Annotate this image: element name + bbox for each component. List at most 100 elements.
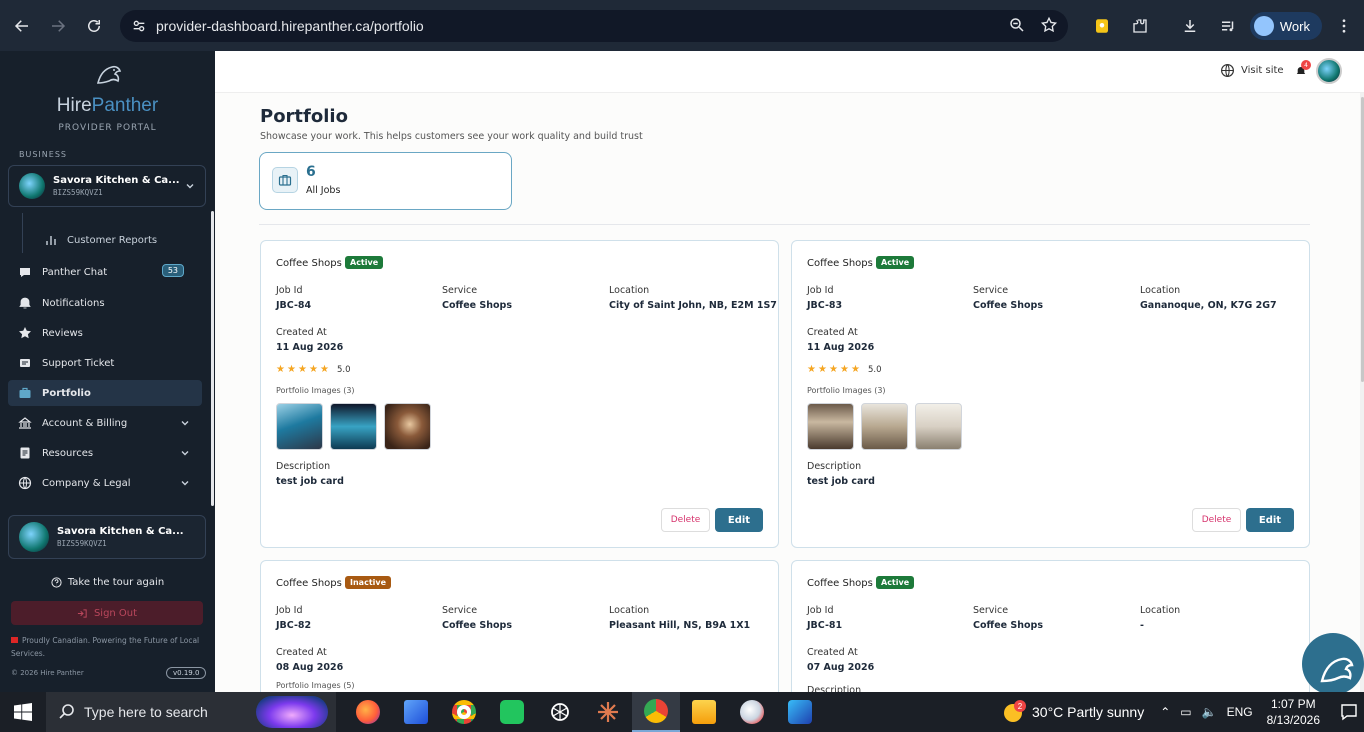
media-control-icon[interactable] (1212, 10, 1244, 42)
sidebar-item-resources[interactable]: Resources (8, 440, 202, 466)
site-settings-icon[interactable] (130, 17, 148, 35)
star-icon: ★ (807, 364, 816, 375)
portfolio-image[interactable] (384, 403, 431, 450)
description-value: test job card (276, 476, 344, 487)
taskbar-whatsapp[interactable] (488, 692, 536, 732)
canada-flag-icon (11, 637, 18, 643)
volume-icon[interactable]: 🔈 (1202, 705, 1217, 719)
taskbar-photos[interactable] (776, 692, 824, 732)
sidebar-item-label: Portfolio (42, 387, 91, 399)
user-avatar[interactable] (1316, 58, 1342, 84)
created-at-label: Created At (276, 647, 327, 658)
bookmark-star-icon[interactable] (1040, 16, 1058, 34)
action-center-button[interactable] (1334, 692, 1364, 732)
portfolio-image[interactable] (861, 403, 908, 450)
sidebar-item-account-billing[interactable]: Account & Billing (8, 410, 202, 436)
weather-widget[interactable]: 2 30°C Partly sunny (1002, 700, 1144, 724)
sidebar-item-panther-chat[interactable]: Panther Chat 53 (8, 259, 202, 285)
sidebar-item-company-legal[interactable]: Company & Legal (8, 470, 202, 496)
back-button[interactable] (8, 12, 36, 40)
profile-button[interactable]: Work (1249, 12, 1322, 40)
sidebar-item-label: Account & Billing (42, 417, 128, 429)
url-text[interactable]: provider-dashboard.hirepanther.ca/portfo… (156, 18, 424, 34)
sidebar-item-label: Customer Reports (67, 234, 158, 246)
chat-assistant-button[interactable] (1302, 633, 1364, 695)
visit-site-label: Visit site (1241, 65, 1284, 76)
forward-button[interactable] (44, 12, 72, 40)
business-name: Savora Kitchen & Ca... (53, 175, 180, 186)
location-label: Location (1140, 285, 1181, 296)
taskbar-search[interactable]: Type here to search (46, 692, 336, 732)
portfolio-images (276, 403, 431, 450)
tour-label: Take the tour again (67, 577, 165, 588)
zoom-icon[interactable] (1008, 16, 1026, 34)
battery-icon[interactable]: ▭ (1180, 705, 1191, 719)
taskbar-chatgpt[interactable] (536, 692, 584, 732)
reload-button[interactable] (80, 12, 108, 40)
taskbar-paint[interactable] (728, 692, 776, 732)
sidebar-scrollbar[interactable] (211, 211, 214, 506)
all-jobs-label: All Jobs (306, 185, 341, 196)
all-jobs-stat-card[interactable]: 6 All Jobs (259, 152, 512, 210)
download-icon[interactable] (1174, 10, 1206, 42)
sidebar-item-support-ticket[interactable]: Support Ticket (8, 350, 202, 376)
logo-subtitle: PROVIDER PORTAL (58, 123, 157, 133)
sidebar-item-reviews[interactable]: Reviews (8, 320, 202, 346)
business-switcher[interactable]: Savora Kitchen & Ca... BIZS59KQVZ1 (8, 165, 206, 207)
portfolio-image[interactable] (915, 403, 962, 450)
sign-out-label: Sign Out (93, 607, 138, 619)
sidebar-item-label: Company & Legal (42, 477, 131, 489)
sidebar-item-portfolio[interactable]: Portfolio (8, 380, 202, 406)
take-tour-button[interactable]: Take the tour again (0, 577, 215, 588)
sidebar-item-customer-reports[interactable]: Customer Reports (45, 234, 157, 246)
taskbar-chrome-active[interactable] (632, 692, 680, 732)
taskbar-claude[interactable] (584, 692, 632, 732)
logo[interactable]: HirePanther PROVIDER PORTAL (0, 59, 215, 133)
edit-button[interactable]: Edit (1246, 508, 1294, 532)
sidebar-item-label: Panther Chat (42, 266, 108, 278)
chrome-menu-icon[interactable] (1328, 10, 1360, 42)
document-icon (20, 447, 30, 459)
proudly-canadian-text: Proudly Canadian. Powering the Future of… (11, 634, 205, 660)
business-name: Savora Kitchen & Ca... (57, 526, 184, 537)
job-id-value: JBC-82 (276, 620, 312, 631)
sidebar: HirePanther PROVIDER PORTAL BUSINESS Sav… (0, 51, 215, 692)
windows-taskbar: Type here to search 2 30°C Partly sunny (0, 692, 1364, 732)
portfolio-image[interactable] (807, 403, 854, 450)
keep-extension-icon[interactable] (1086, 10, 1118, 42)
taskbar-firefox[interactable] (344, 692, 392, 732)
page-title: Portfolio (260, 106, 348, 127)
taskbar-file-explorer[interactable] (680, 692, 728, 732)
status-badge: Inactive (345, 576, 392, 589)
sign-out-button[interactable]: Sign Out (11, 601, 203, 625)
extensions-icon[interactable] (1124, 10, 1156, 42)
weather-sun-icon: 2 (1002, 700, 1027, 724)
taskbar-laptop-app[interactable] (392, 692, 440, 732)
portfolio-image[interactable] (330, 403, 377, 450)
clock[interactable]: 1:07 PM 8/13/2026 (1267, 696, 1320, 728)
section-label: BUSINESS (19, 150, 67, 159)
edit-button[interactable]: Edit (715, 508, 763, 532)
delete-button[interactable]: Delete (1192, 508, 1241, 532)
start-button[interactable] (0, 692, 46, 732)
chevron-down-icon (181, 421, 189, 426)
visit-site-link[interactable]: Visit site (1220, 63, 1284, 78)
sidebar-item-notifications[interactable]: Notifications (8, 290, 202, 316)
created-at-label: Created At (807, 327, 858, 338)
delete-button[interactable]: Delete (661, 508, 710, 532)
portfolio-image[interactable] (276, 403, 323, 450)
bell-icon (19, 297, 31, 309)
business-profile-card[interactable]: Savora Kitchen & Ca... BIZS59KQVZ1 (8, 515, 206, 559)
star-icon: ★ (298, 364, 307, 375)
language-indicator[interactable]: ENG (1227, 705, 1253, 719)
address-bar[interactable]: provider-dashboard.hirepanther.ca/portfo… (120, 10, 1068, 42)
taskbar-chrome[interactable] (440, 692, 488, 732)
logout-icon (77, 608, 87, 618)
description-label: Description (807, 461, 862, 472)
star-icon: ★ (840, 364, 849, 375)
chevron-up-icon[interactable]: ⌃ (1160, 705, 1170, 719)
star-icon (19, 327, 31, 339)
job-id-label: Job Id (276, 285, 303, 296)
browser-toolbar: provider-dashboard.hirepanther.ca/portfo… (0, 0, 1364, 51)
main-scrollbar[interactable] (1360, 93, 1364, 692)
